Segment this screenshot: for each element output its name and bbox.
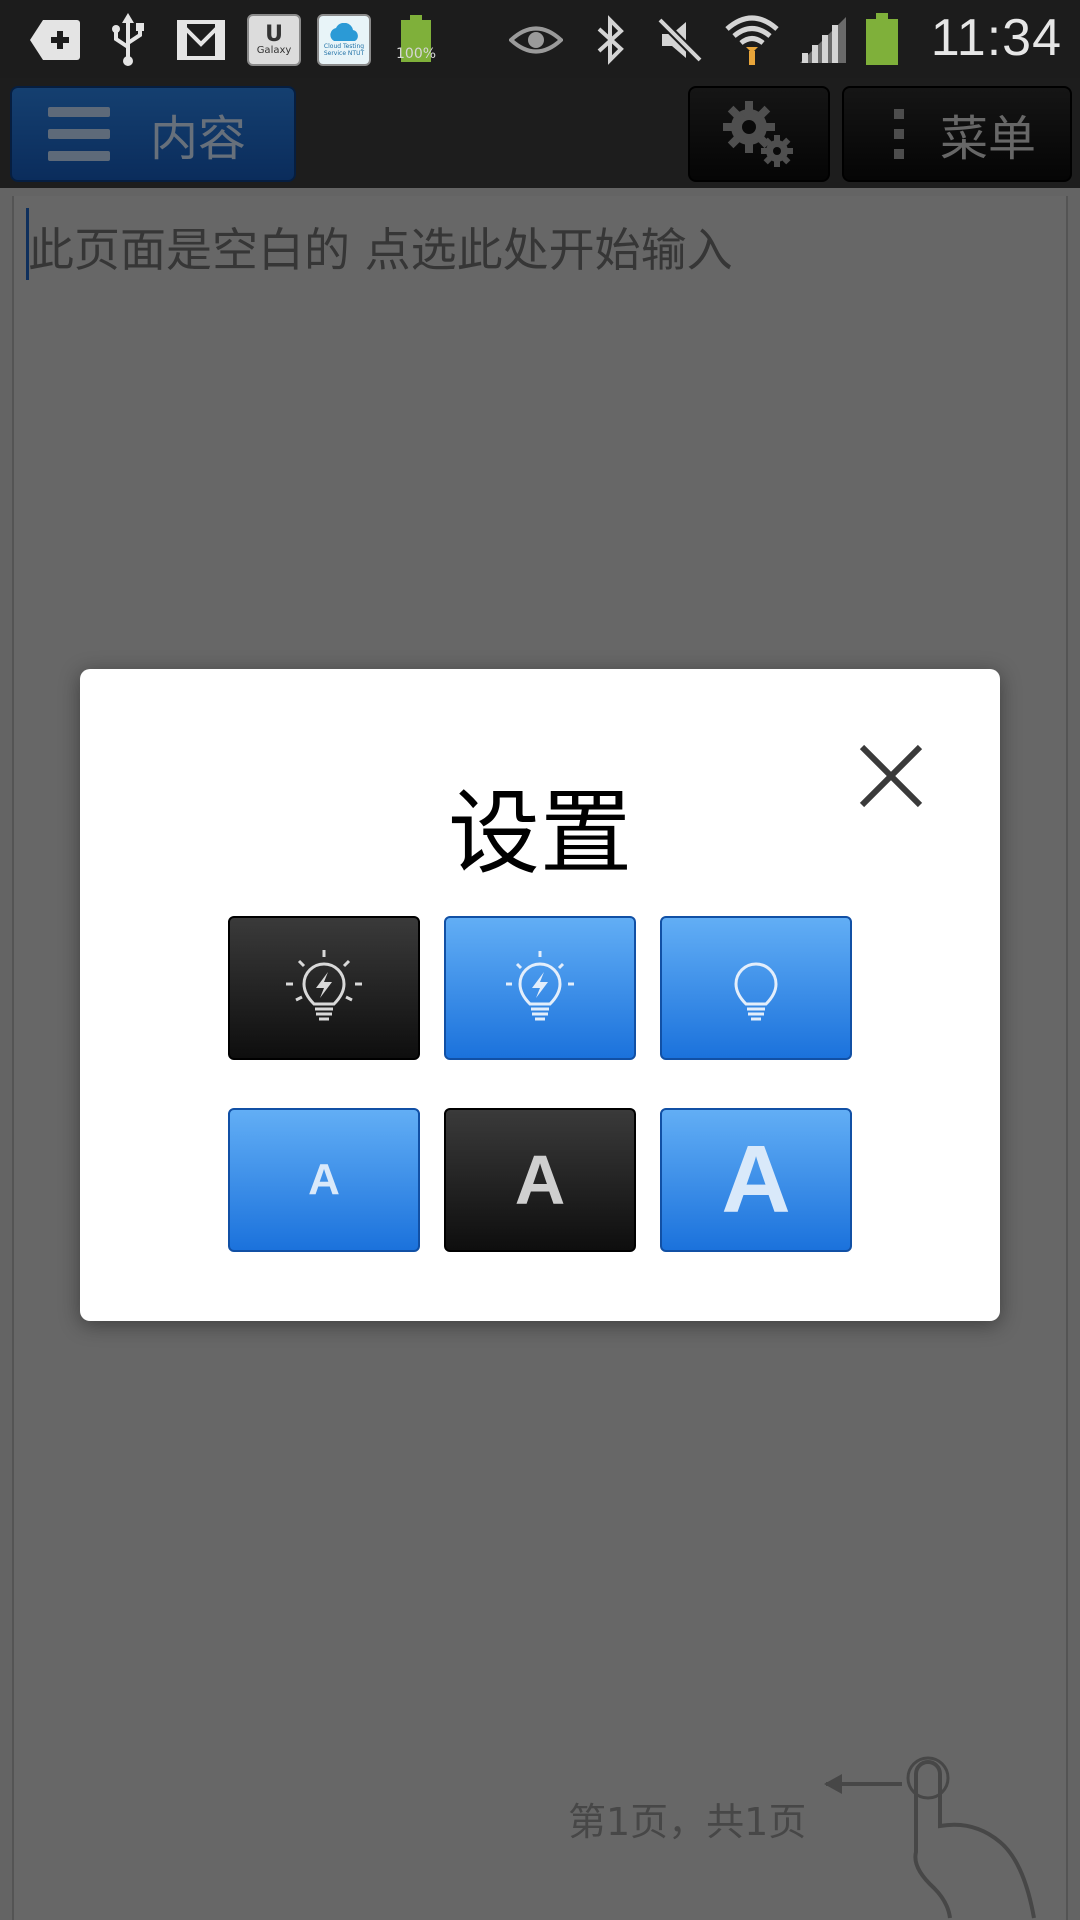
settings-dialog: 设置 A A A <box>80 669 1000 1321</box>
font-size-medium-label: A <box>514 1141 566 1219</box>
galaxy-app-label: Galaxy <box>256 44 292 56</box>
font-size-large-button[interactable]: A <box>660 1108 852 1252</box>
font-size-medium-button[interactable]: A <box>444 1108 636 1252</box>
mute-icon <box>654 12 706 68</box>
status-bar: U Galaxy Cloud Testing Service NTUT 100% … <box>0 0 1080 78</box>
battery-percent-text: 100% <box>396 46 437 62</box>
brightness-medium-button[interactable] <box>444 916 636 1060</box>
signal-icon <box>796 12 850 68</box>
brightness-low-button[interactable] <box>660 916 852 1060</box>
bluetooth-icon <box>590 12 630 68</box>
dim-bulb-icon <box>734 962 778 1021</box>
clock: 11:34 <box>930 9 1062 67</box>
font-size-small-button[interactable]: A <box>228 1108 420 1252</box>
smart-stay-eye-icon <box>508 12 564 68</box>
medium-bulb-icon <box>506 951 574 1021</box>
battery-icon <box>862 12 902 68</box>
cloud-testing-icon: Cloud Testing Service NTUT <box>316 12 372 68</box>
cloud-app-label: Cloud Testing Service NTUT <box>323 43 365 57</box>
gmail-icon <box>176 12 226 68</box>
font-size-large-label: A <box>721 1126 791 1233</box>
wifi-icon <box>724 12 780 68</box>
font-size-small-label: A <box>308 1155 340 1204</box>
close-icon[interactable] <box>856 741 926 811</box>
usb-icon <box>104 12 152 68</box>
galaxy-app-icon: U Galaxy <box>246 12 302 68</box>
add-notification-icon <box>26 12 84 68</box>
brightness-high-button[interactable] <box>228 916 420 1060</box>
bright-bulb-icon <box>286 950 362 1021</box>
